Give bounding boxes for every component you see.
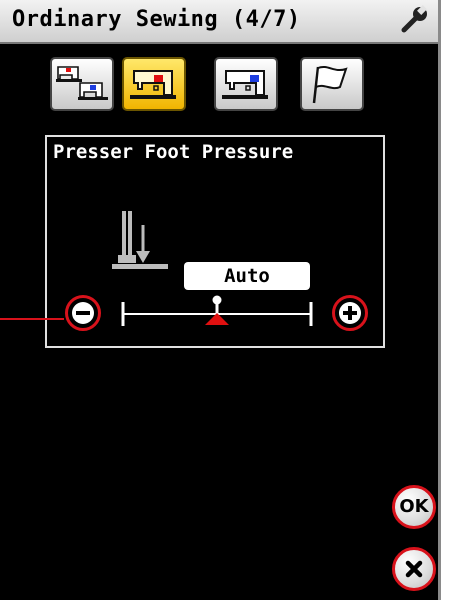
flag-icon (312, 66, 348, 104)
cancel-button[interactable] (392, 547, 436, 591)
title-bar: Ordinary Sewing (4/7) (0, 0, 438, 44)
two-machines-icon (56, 66, 108, 100)
plus-icon (339, 302, 361, 324)
ok-button[interactable]: OK (392, 485, 436, 529)
panel-title: Presser Foot Pressure (53, 141, 294, 163)
presser-foot-icon (112, 211, 168, 269)
presser-foot-pressure-panel: Presser Foot Pressure Auto (45, 135, 385, 348)
close-icon (405, 560, 423, 578)
pressure-value: Auto (184, 262, 310, 290)
decrease-button[interactable] (65, 295, 101, 331)
minus-icon (72, 302, 94, 324)
tab-sewing-red[interactable] (122, 57, 186, 111)
page-title: Ordinary Sewing (4/7) (12, 7, 301, 32)
slider-thumb[interactable] (205, 295, 229, 326)
callout-line (0, 318, 64, 320)
sewing-machine-blue-icon (222, 70, 268, 99)
tab-flag[interactable] (300, 57, 364, 111)
wrench-icon[interactable] (398, 4, 430, 36)
pressure-slider[interactable] (119, 294, 315, 328)
sewing-machine-red-icon (130, 70, 176, 99)
increase-button[interactable] (332, 295, 368, 331)
tab-sewing-blue[interactable] (214, 57, 278, 111)
screen: Ordinary Sewing (4/7) Presser Foot Press… (0, 0, 441, 600)
tab-two-machines[interactable] (50, 57, 114, 111)
